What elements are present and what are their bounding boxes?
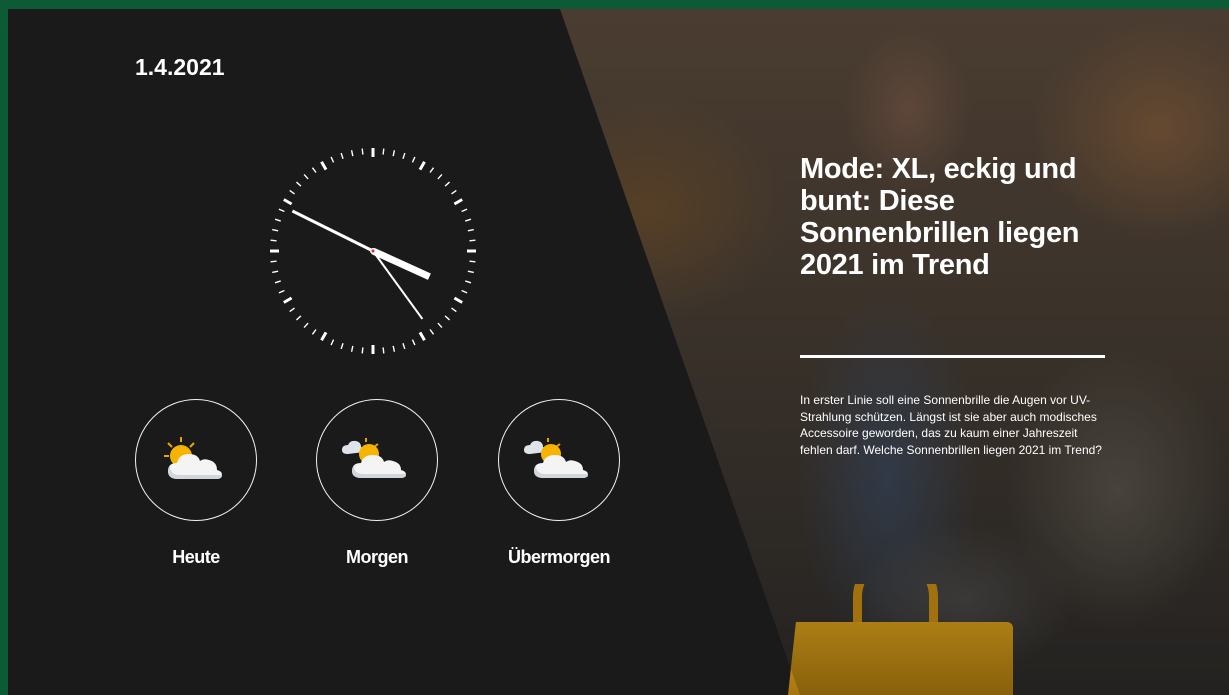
minute-tick <box>270 260 277 263</box>
hour-tick <box>283 198 293 206</box>
analog-clock <box>270 148 476 354</box>
minute-tick <box>270 239 277 242</box>
minute-tick <box>437 173 443 180</box>
forecast-circle <box>316 399 438 521</box>
hour-tick <box>320 161 328 171</box>
forecast-label-today: Heute <box>172 547 220 567</box>
minute-tick <box>429 329 435 335</box>
forecast-tomorrow: Morgen <box>316 399 438 567</box>
article-teaser: In erster Linie soll eine Sonnenbrille d… <box>800 393 1102 457</box>
minute-tick <box>465 218 472 222</box>
hour-tick <box>418 161 426 171</box>
minute-tick <box>274 280 281 284</box>
minute-tick <box>402 152 406 159</box>
minute-tick <box>272 228 279 232</box>
minute-tick <box>392 150 396 157</box>
hour-tick <box>283 296 293 304</box>
minute-tick <box>311 167 317 173</box>
hour-tick <box>320 331 328 341</box>
minute-tick <box>274 218 281 222</box>
minute-hand <box>291 209 374 253</box>
minute-tick <box>340 152 344 159</box>
photo-overlay <box>560 9 1229 695</box>
minute-tick <box>451 189 457 195</box>
forecast-today: Heute <box>135 399 257 567</box>
minute-tick <box>392 345 396 352</box>
minute-tick <box>444 181 451 187</box>
minute-tick <box>295 181 302 187</box>
minute-tick <box>330 156 335 163</box>
minute-tick <box>361 148 364 155</box>
minute-tick <box>461 289 468 294</box>
minute-tick <box>469 260 476 263</box>
forecast-label-tomorrow: Morgen <box>346 547 409 567</box>
minute-tick <box>451 307 457 313</box>
minute-tick <box>437 322 443 329</box>
minute-tick <box>361 347 364 354</box>
date-label: 1.4.2021 <box>135 54 225 80</box>
minute-tick <box>467 228 474 232</box>
minute-tick <box>469 239 476 242</box>
clock-center-dot <box>371 249 375 253</box>
signage-screen: 1.4.2021 Heute Morgen Übermorgen Mode: X… <box>8 9 1229 695</box>
hour-tick <box>453 296 463 304</box>
forecast-day-after-tomorrow: Übermorgen <box>498 399 620 567</box>
headline-divider <box>800 355 1105 358</box>
forecast-circle <box>498 399 620 521</box>
minute-tick <box>278 208 285 213</box>
minute-tick <box>289 307 295 313</box>
partly-cloudy-icon <box>164 437 222 479</box>
hour-tick <box>453 198 463 206</box>
minute-tick <box>429 167 435 173</box>
minute-tick <box>411 339 416 346</box>
minute-tick <box>461 208 468 213</box>
minute-tick <box>303 322 309 329</box>
minute-tick <box>444 315 451 321</box>
minute-tick <box>467 270 474 274</box>
minute-tick <box>289 189 295 195</box>
minute-tick <box>382 148 385 155</box>
minute-tick <box>382 347 385 354</box>
minute-tick <box>295 315 302 321</box>
partly-cloudy-icon <box>524 438 588 478</box>
minute-tick <box>303 173 309 180</box>
minute-tick <box>278 289 285 294</box>
minute-tick <box>402 343 406 350</box>
forecast-circle <box>135 399 257 521</box>
minute-tick <box>350 345 354 352</box>
minute-tick <box>411 156 416 163</box>
minute-tick <box>465 280 472 284</box>
minute-tick <box>350 150 354 157</box>
minute-tick <box>311 329 317 335</box>
article-headline: Mode: XL, eckig und bunt: Diese Sonnenbr… <box>800 153 1080 281</box>
partly-cloudy-icon <box>342 438 406 478</box>
minute-tick <box>272 270 279 274</box>
hour-tick <box>418 331 426 341</box>
minute-tick <box>340 343 344 350</box>
forecast-label-day-after-tomorrow: Übermorgen <box>507 547 611 567</box>
minute-tick <box>330 339 335 346</box>
